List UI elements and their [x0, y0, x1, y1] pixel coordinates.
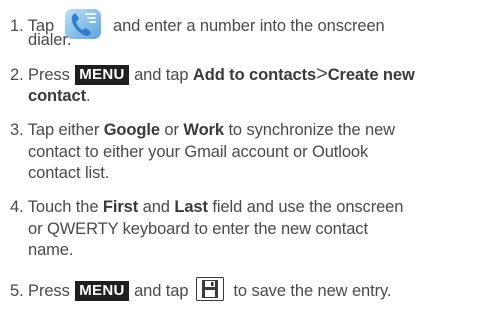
step-text: field and use the onscreen: [212, 198, 404, 216]
option-google: Google: [103, 121, 160, 139]
save-icon: [195, 277, 224, 301]
step-text: Press: [28, 66, 70, 84]
step-text: and tap: [134, 282, 189, 300]
step-text: .: [85, 87, 91, 105]
option-work: Work: [183, 121, 224, 139]
step-number: 2.: [10, 66, 24, 84]
menu-option-contact: contact: [28, 87, 86, 105]
menu-option-add-to-contacts: Add to contacts: [192, 66, 317, 84]
step-text: Touch the: [27, 198, 99, 216]
step-text: name.: [28, 241, 74, 259]
step-text: and enter a number into the onscreen: [113, 17, 385, 35]
separator: >: [316, 63, 328, 85]
field-last: Last: [174, 198, 208, 216]
step-text: to synchronize the new: [228, 121, 396, 139]
step-text: contact to either your Gmail account or …: [28, 143, 369, 161]
field-first: First: [102, 198, 139, 216]
step-text: contact list.: [28, 164, 110, 182]
menu-option-create-new: Create new: [327, 66, 415, 84]
menu-key-badge: MENU: [75, 281, 129, 301]
step-number: 4.: [10, 198, 24, 216]
step-text: and tap: [134, 66, 189, 84]
step-text: or QWERTY keyboard to enter the new cont…: [28, 220, 368, 238]
menu-key-badge: MENU: [75, 65, 129, 85]
step-text: or: [164, 121, 179, 139]
step-text: Press: [28, 282, 70, 300]
step-text: dialer.: [28, 31, 72, 49]
step-number: 1.: [10, 17, 24, 35]
step-number: 5.: [10, 282, 24, 300]
step-text: and: [142, 198, 170, 216]
step-text: to save the new entry.: [233, 282, 392, 300]
instructions-page: 1. Tap and enter a number into the onscr…: [0, 0, 487, 314]
step-text: Tap either: [27, 121, 100, 139]
step-number: 3.: [10, 121, 24, 139]
